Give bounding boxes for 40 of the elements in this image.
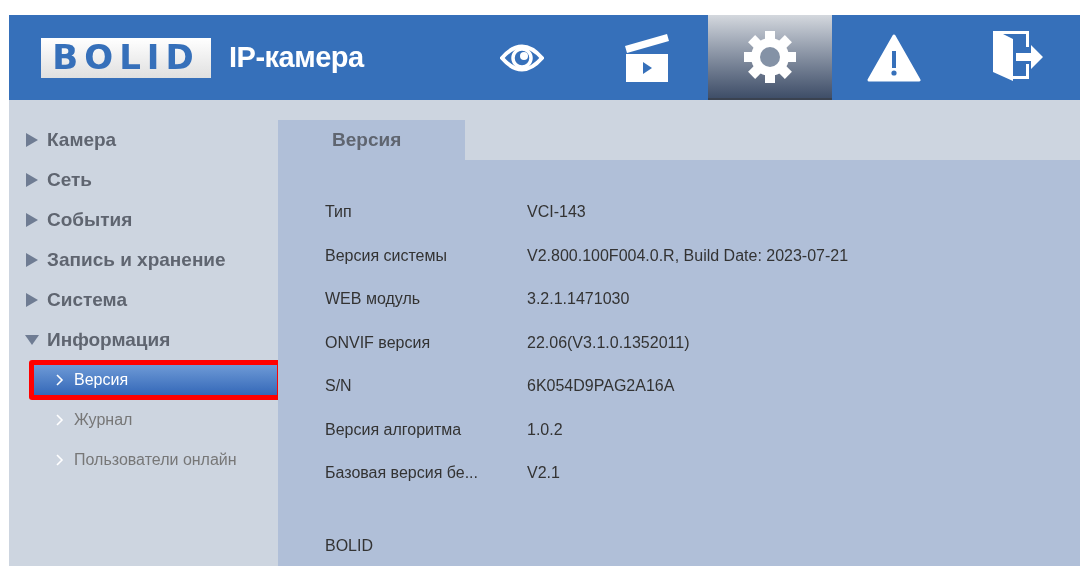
chevron-right-icon	[56, 414, 64, 426]
sidebar-item[interactable]: Сеть	[25, 160, 278, 200]
logo: BOLID	[41, 37, 211, 78]
caret-right-icon	[25, 213, 39, 227]
caret-right-icon	[25, 133, 39, 147]
sidebar-subitem[interactable]: Пользователи онлайн	[34, 445, 277, 475]
field-label: ONVIF версия	[325, 332, 432, 353]
field-value: 3.2.1.1471030	[527, 289, 630, 309]
sidebar-item[interactable]: Камера	[25, 120, 278, 160]
field-value: 22.06(V3.1.0.1352011)	[527, 332, 690, 353]
nav-tab[interactable]	[708, 15, 832, 100]
field-value: 1.0.2	[527, 419, 563, 440]
field-value: 6K054D9PAG2A16A	[527, 376, 675, 396]
sidebar-subitem[interactable]: Журнал	[34, 405, 277, 435]
chevron-right-icon	[56, 454, 64, 466]
chevron-right-icon	[56, 374, 64, 386]
sidebar-item[interactable]: Система	[25, 280, 278, 320]
clapper-icon	[623, 31, 669, 84]
field-value: V2.1	[527, 463, 560, 483]
settings-icon	[742, 28, 798, 85]
field-label: Базовая версия бе...	[325, 463, 479, 483]
caret-right-icon	[25, 173, 39, 187]
field-label: Тип	[325, 202, 353, 222]
field-label: Версия алгоритма	[325, 419, 463, 440]
field-label: WEB модуль	[325, 289, 422, 309]
sidebar-item[interactable]: Информация	[25, 320, 278, 360]
caret-right-icon	[25, 293, 39, 307]
warning-icon	[867, 33, 921, 82]
sidebar-item[interactable]: Запись и хранение	[25, 240, 278, 280]
field-value: V2.800.100F004.0.R, Build Date: 2023-07-21	[527, 245, 849, 266]
footer-text: BOLID	[325, 535, 374, 556]
field-label: S/N	[325, 376, 353, 396]
app-title: IP-камера	[229, 39, 364, 75]
sidebar-item[interactable]: События	[25, 200, 278, 240]
sidebar-subitem[interactable]: Версия	[34, 365, 277, 395]
caret-down-icon	[25, 333, 39, 347]
field-value: VCI-143	[527, 202, 586, 222]
tab[interactable]: Версия	[278, 120, 465, 160]
caret-right-icon	[25, 253, 39, 267]
field-label: Версия системы	[325, 245, 448, 266]
